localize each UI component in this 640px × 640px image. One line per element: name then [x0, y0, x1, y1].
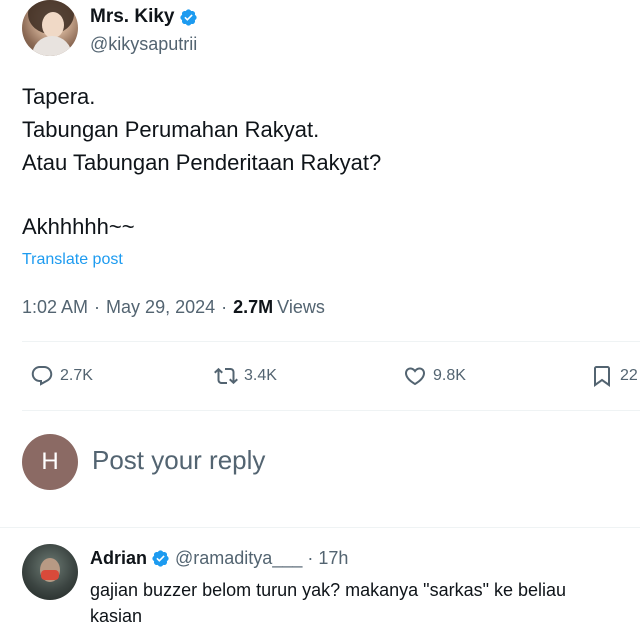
- bookmark-button[interactable]: 22: [590, 364, 638, 388]
- reply-text: gajian buzzer belom turun yak? makanya "…: [90, 577, 640, 629]
- like-button[interactable]: 9.8K: [403, 364, 466, 388]
- repost-count: 3.4K: [244, 367, 277, 384]
- post-text-line: Akhhhhh~~: [22, 214, 135, 239]
- meta-separator: ·: [94, 297, 101, 317]
- translate-post-link[interactable]: Translate post: [22, 251, 123, 269]
- divider: [0, 527, 640, 528]
- repost-button[interactable]: 3.4K: [214, 364, 277, 388]
- reply-separator: ·: [307, 548, 314, 568]
- author-avatar[interactable]: [22, 0, 78, 56]
- post-text-line: Tabungan Perumahan Rakyat.: [22, 117, 320, 142]
- bookmark-icon: [594, 366, 610, 387]
- views-count: 2.7M: [233, 297, 274, 317]
- reply-author-avatar[interactable]: [22, 544, 78, 600]
- verified-badge-icon: [180, 8, 198, 26]
- reply-icon: [31, 366, 53, 386]
- reply-button[interactable]: 2.7K: [30, 364, 93, 388]
- reply-text-line: kasian: [90, 606, 143, 626]
- verified-badge-icon: [152, 550, 169, 567]
- post-header: Mrs. Kiky @kikysaputrii: [22, 0, 622, 62]
- post-text-line: Atau Tabungan Penderitaan Rakyat?: [22, 150, 382, 175]
- post-text-line: Tapera.: [22, 84, 96, 109]
- reply-input[interactable]: Post your reply: [92, 445, 265, 476]
- reply-text-line: gajian buzzer belom turun yak? makanya "…: [90, 580, 567, 600]
- reply-header: Adrian @ramaditya___ · 17h: [90, 548, 348, 569]
- divider: [22, 341, 640, 342]
- post-time[interactable]: 1:02 AM: [22, 297, 88, 318]
- reply-author-handle[interactable]: @ramaditya___: [175, 548, 302, 569]
- current-user-avatar[interactable]: H: [22, 434, 78, 490]
- heart-icon: [404, 367, 426, 386]
- like-count: 9.8K: [433, 367, 466, 384]
- author-name-row[interactable]: Mrs. Kiky: [90, 6, 198, 28]
- post-meta: 1:02 AM · May 29, 2024 · 2.7M Views: [22, 297, 325, 318]
- post-text-blank-line: [22, 179, 622, 210]
- post-date[interactable]: May 29, 2024: [106, 297, 215, 318]
- author-handle[interactable]: @kikysaputrii: [90, 34, 197, 55]
- reply-composer[interactable]: H Post your reply: [22, 432, 622, 492]
- reply-count: 2.7K: [60, 367, 93, 384]
- reply-post[interactable]: Adrian @ramaditya___ · 17h gajian buzzer…: [22, 540, 640, 640]
- repost-icon: [214, 367, 238, 385]
- action-bar: 2.7K 3.4K 9.8K 22: [0, 356, 640, 400]
- reply-time[interactable]: 17h: [318, 548, 348, 569]
- bookmark-count: 22: [620, 367, 638, 384]
- divider: [22, 410, 640, 411]
- reply-author-name[interactable]: Adrian: [90, 548, 147, 569]
- post-text: Tapera. Tabungan Perumahan Rakyat. Atau …: [22, 80, 622, 243]
- meta-separator: ·: [221, 297, 228, 317]
- views-label: Views: [277, 297, 325, 317]
- author-name[interactable]: Mrs. Kiky: [90, 6, 174, 28]
